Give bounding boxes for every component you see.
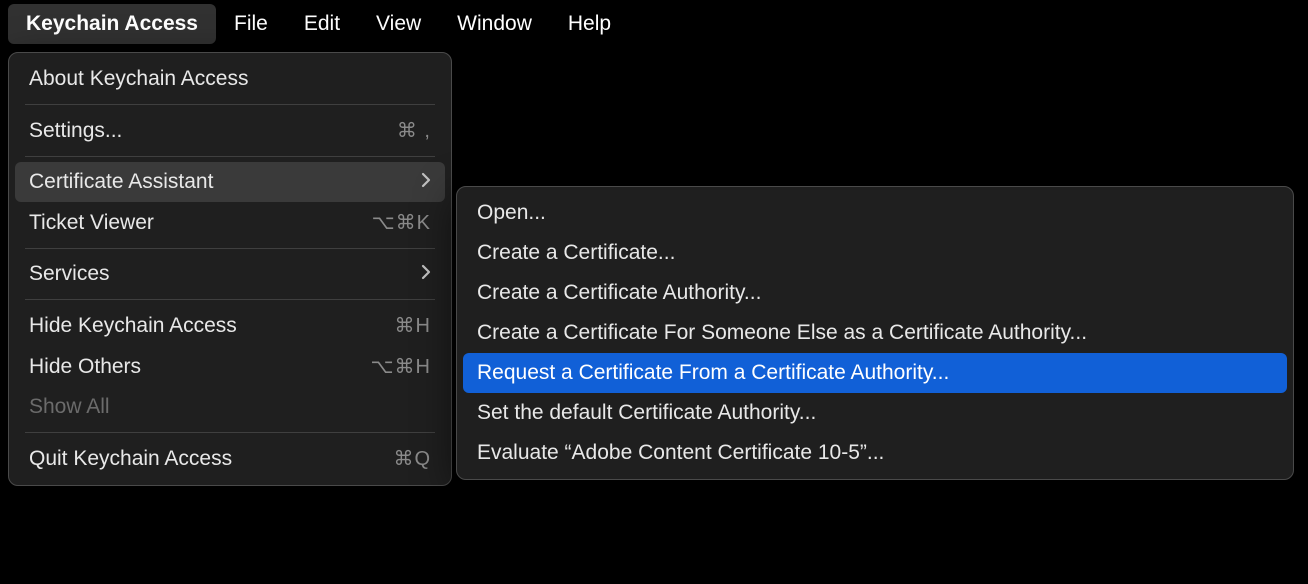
- separator: [25, 299, 435, 300]
- submenu-item-evaluate[interactable]: Evaluate “Adobe Content Certificate 10-5…: [463, 433, 1287, 473]
- separator: [25, 432, 435, 433]
- separator: [25, 156, 435, 157]
- menu-label: Show All: [29, 395, 431, 419]
- menu-shortcut: ⌥⌘H: [351, 354, 431, 379]
- menu-item-certificate-assistant[interactable]: Certificate Assistant: [15, 162, 445, 202]
- menu-item-settings[interactable]: Settings... ⌘ ,: [15, 110, 445, 151]
- menu-item-services[interactable]: Services: [15, 254, 445, 294]
- menu-item-show-all: Show All: [15, 387, 445, 427]
- menu-label: Open...: [477, 201, 1273, 225]
- submenu-item-open[interactable]: Open...: [463, 193, 1287, 233]
- certificate-assistant-submenu: Open... Create a Certificate... Create a…: [456, 186, 1294, 480]
- separator: [25, 104, 435, 105]
- menu-label: Settings...: [29, 119, 351, 143]
- menu-label: Create a Certificate...: [477, 241, 1273, 265]
- menu-label: Create a Certificate For Someone Else as…: [477, 321, 1273, 345]
- menu-item-quit[interactable]: Quit Keychain Access ⌘Q: [15, 438, 445, 479]
- menu-item-ticket-viewer[interactable]: Ticket Viewer ⌥⌘K: [15, 202, 445, 243]
- menubar: Keychain Access File Edit View Window He…: [0, 0, 1308, 48]
- menu-label: Evaluate “Adobe Content Certificate 10-5…: [477, 441, 1273, 465]
- menu-item-hide-others[interactable]: Hide Others ⌥⌘H: [15, 346, 445, 387]
- separator: [25, 248, 435, 249]
- menubar-item-view[interactable]: View: [358, 4, 439, 44]
- menu-label: Set the default Certificate Authority...: [477, 401, 1273, 425]
- menubar-item-file[interactable]: File: [216, 4, 286, 44]
- menubar-item-help[interactable]: Help: [550, 4, 629, 44]
- submenu-item-create-for-someone-else[interactable]: Create a Certificate For Someone Else as…: [463, 313, 1287, 353]
- menu-item-hide[interactable]: Hide Keychain Access ⌘H: [15, 305, 445, 346]
- chevron-right-icon: [421, 172, 431, 193]
- submenu-item-create-certificate-authority[interactable]: Create a Certificate Authority...: [463, 273, 1287, 313]
- menubar-item-edit[interactable]: Edit: [286, 4, 358, 44]
- chevron-right-icon: [421, 264, 431, 285]
- menu-label: Services: [29, 262, 421, 286]
- menu-label: Quit Keychain Access: [29, 447, 351, 471]
- app-menu-dropdown: About Keychain Access Settings... ⌘ , Ce…: [8, 52, 452, 486]
- menu-item-about[interactable]: About Keychain Access: [15, 59, 445, 99]
- menu-label: About Keychain Access: [29, 67, 431, 91]
- menu-shortcut: ⌥⌘K: [351, 210, 431, 235]
- menu-label: Certificate Assistant: [29, 170, 421, 194]
- menubar-item-window[interactable]: Window: [439, 4, 550, 44]
- menu-label: Create a Certificate Authority...: [477, 281, 1273, 305]
- submenu-item-set-default[interactable]: Set the default Certificate Authority...: [463, 393, 1287, 433]
- submenu-item-request-certificate[interactable]: Request a Certificate From a Certificate…: [463, 353, 1287, 393]
- menu-label: Hide Others: [29, 355, 351, 379]
- menu-shortcut: ⌘H: [351, 313, 431, 338]
- menu-shortcut: ⌘Q: [351, 446, 431, 471]
- menubar-item-keychain-access[interactable]: Keychain Access: [8, 4, 216, 44]
- menu-shortcut: ⌘ ,: [351, 118, 431, 143]
- menu-label: Hide Keychain Access: [29, 314, 351, 338]
- submenu-item-create-certificate[interactable]: Create a Certificate...: [463, 233, 1287, 273]
- menu-label: Request a Certificate From a Certificate…: [477, 361, 1273, 385]
- menu-label: Ticket Viewer: [29, 211, 351, 235]
